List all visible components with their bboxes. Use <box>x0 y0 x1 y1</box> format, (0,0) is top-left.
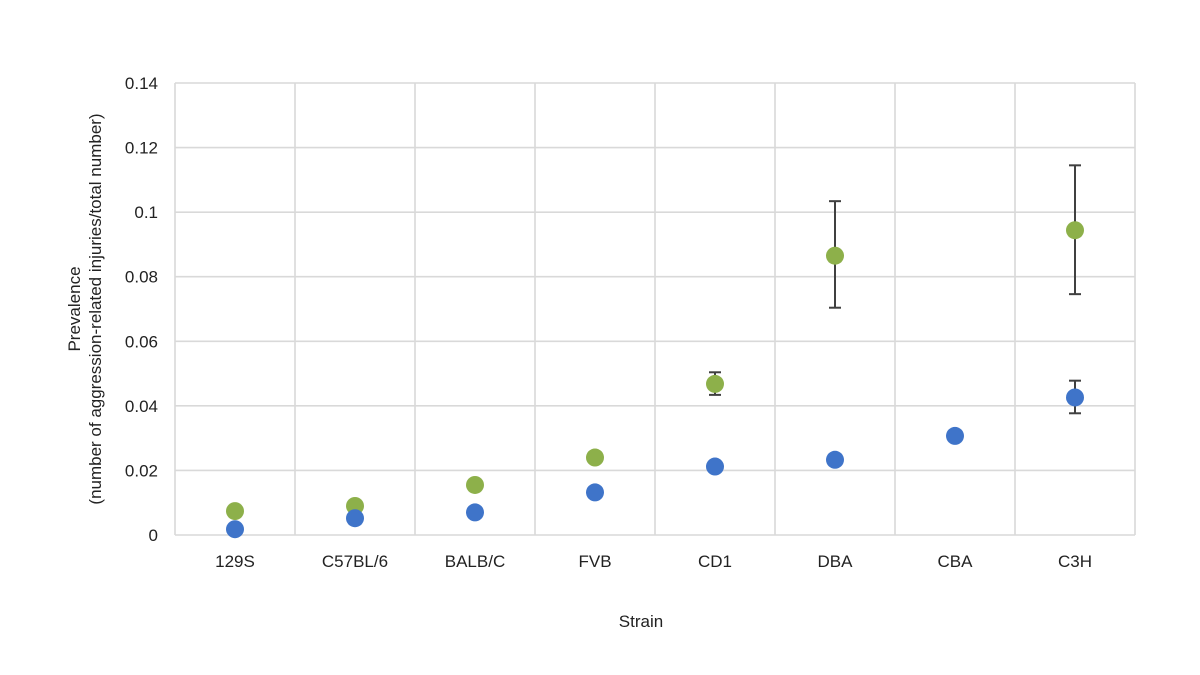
x-tick-label: 129S <box>215 552 255 571</box>
data-point-series-2 <box>826 450 844 469</box>
data-point-series-2 <box>1066 388 1084 407</box>
y-tick-label: 0.14 <box>125 74 158 93</box>
data-point-series-1 <box>466 475 484 494</box>
data-point-series-2 <box>946 426 964 445</box>
x-tick-label: C3H <box>1058 552 1092 571</box>
data-point-series-2 <box>226 520 244 539</box>
y-tick-labels: 0 0.02 0.04 0.06 0.08 0.1 0.12 0.14 <box>125 74 158 545</box>
data-point-series-1 <box>586 448 604 467</box>
data-point-series-2 <box>466 503 484 522</box>
data-point-series-2 <box>346 509 364 528</box>
data-point-series-2 <box>706 457 724 476</box>
x-tick-label: CBA <box>938 552 974 571</box>
x-tick-label: CD1 <box>698 552 732 571</box>
x-tick-label: BALB/C <box>445 552 505 571</box>
y-tick-label: 0.1 <box>134 203 158 222</box>
gridlines <box>174 82 1136 536</box>
y-tick-label: 0.08 <box>125 268 158 287</box>
x-axis-label: Strain <box>619 612 663 631</box>
y-axis-label-line1: Prevalence <box>65 266 84 351</box>
data-point-series-2 <box>586 483 604 502</box>
data-point-series-1 <box>226 502 244 521</box>
data-point-series-1 <box>1066 221 1084 240</box>
y-axis-label-line2: (number of aggression-related injuries/t… <box>86 113 105 504</box>
x-tick-label: DBA <box>818 552 854 571</box>
data-point-series-1 <box>826 246 844 265</box>
x-tick-labels: 129S C57BL/6 BALB/C FVB CD1 DBA CBA C3H <box>215 552 1092 571</box>
y-tick-label: 0.04 <box>125 397 158 416</box>
scatter-chart: 0 0.02 0.04 0.06 0.08 0.1 0.12 0.14 129S C57BL/6… <box>65 74 1136 631</box>
x-tick-label: C57BL/6 <box>322 552 388 571</box>
y-tick-label: 0.12 <box>125 139 158 158</box>
y-tick-label: 0.02 <box>125 461 158 480</box>
data-point-series-1 <box>706 374 724 393</box>
x-tick-label: FVB <box>578 552 611 571</box>
y-tick-label: 0.06 <box>125 332 158 351</box>
y-tick-label: 0 <box>149 526 158 545</box>
